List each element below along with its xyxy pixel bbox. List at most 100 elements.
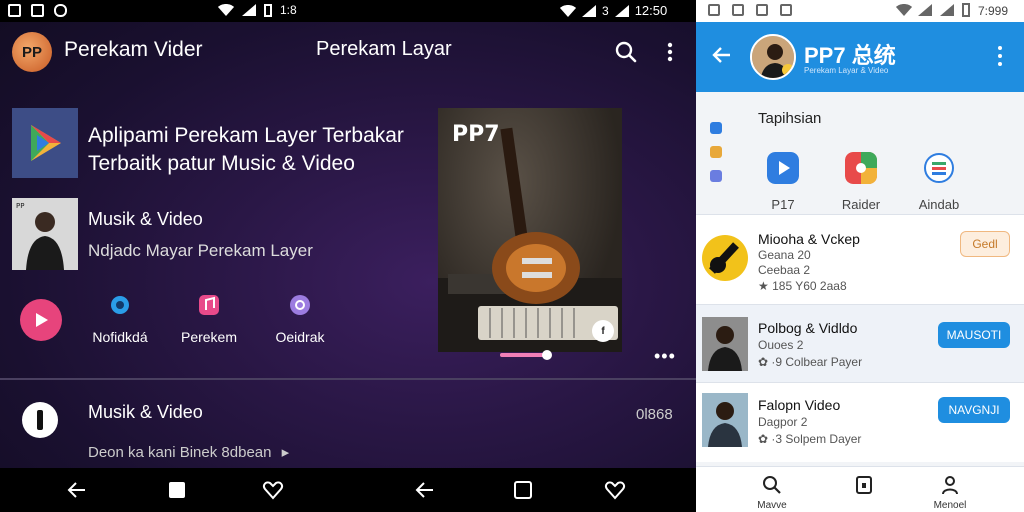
item-thumbnail [702,231,748,285]
bottom-item-count: 0l868 [636,406,673,423]
quick-action-3[interactable]: Oeidrak [264,292,336,345]
music-item-title[interactable]: Musik & Video [88,209,203,230]
more-vert-icon[interactable] [658,40,682,64]
album-label: PP7 [452,122,500,147]
system-nav-bar [0,468,696,512]
feature-app-icon[interactable] [12,108,78,178]
back-icon[interactable] [66,480,88,500]
record-bar-icon [37,410,43,430]
quick-action-label: Perekem [180,329,238,345]
wifi-icon [896,4,912,16]
tab-profile[interactable]: Menoel [920,475,980,511]
bottom-tab-bar: Mavve Menoel [696,466,1024,512]
divider [0,378,696,380]
status-bar: 7:999 [696,0,1024,22]
play-icon [767,152,799,184]
person-image: PP [12,198,78,270]
status-time: 12:50 [634,3,668,18]
photo-icon [732,4,744,16]
person-image [702,317,748,371]
battery-icon [962,3,970,17]
app-header: PP7 总统 Perekam Layar & Video [696,22,1024,92]
photo-icon [31,4,44,17]
search-icon[interactable] [614,40,638,64]
tab-search[interactable]: Mavve [742,475,802,511]
progress-fill [500,353,547,357]
guitar-image [702,235,748,281]
play-store-icon [31,125,61,161]
back-icon[interactable] [414,480,436,500]
header-subtitle: Perekam Layar & Video [804,66,889,75]
item-name: Miooha & Vckep [758,231,860,247]
signal-icon [940,4,954,16]
record-icon[interactable] [22,402,58,438]
list-item[interactable]: Polbog & Vidldo Ouoes 2 ✿ ·9 Colbear Pay… [696,304,1024,382]
status-bar: 1:8 3 12:50 [0,0,696,22]
tab-label: Menoel [933,500,967,511]
side-nav-icon[interactable] [710,170,722,182]
playback-progress[interactable] [500,350,552,360]
category-item[interactable]: P17 [748,152,818,212]
svg-text:PP: PP [16,202,24,210]
list-item[interactable]: Miooha & Vckep Geana 20 Ceebaa 2 ★ 185 Y… [696,214,1024,304]
tab-tablet[interactable] [834,475,894,500]
quick-action-label: Nofidkdá [92,329,148,345]
item-meta: Dagpor 2 [758,415,808,429]
more-horiz-icon[interactable]: ••• [654,346,676,367]
list-item[interactable]: Falopn Video Dagpor 2 ✿ ·3 Solpem Dayer … [696,382,1024,462]
artist-thumbnail[interactable]: PP [12,198,78,270]
signal-icon [582,4,596,17]
play-icon [36,313,48,327]
avatar[interactable] [750,34,796,80]
get-button[interactable]: Gedl [960,231,1010,257]
install-button[interactable]: MAUSOTI [938,322,1010,348]
chevron-right-icon[interactable]: ▸ [282,444,290,461]
install-button[interactable]: NAVGNJI [938,397,1010,423]
wifi-icon [218,4,234,16]
item-thumbnail [702,317,748,371]
category-item[interactable]: Raider [826,152,896,212]
quick-action-2[interactable]: Perekem [172,292,246,345]
person-image [752,36,794,78]
item-stats: ★ 185 Y60 2aa8 [758,279,847,293]
album-badge: f [592,320,614,342]
back-arrow-icon[interactable] [710,44,732,66]
bottom-item-title[interactable]: Musik & Video [88,402,203,423]
signal-icon [918,4,932,16]
item-stats: ✿ ·9 Colbear Payer [758,355,863,369]
cloud-icon [780,4,792,16]
home-icon[interactable] [166,480,188,500]
play-button[interactable] [20,299,62,341]
item-name: Polbog & Vidldo [758,320,858,336]
status-right-text: 3 [602,3,609,18]
battery-icon [264,3,272,17]
gallery-icon [708,4,720,16]
signal-icon [242,4,256,16]
album-art[interactable]: PP7 f [438,108,622,352]
category-label: Raider [841,197,881,212]
grid-icon [845,152,877,184]
app-title: Perekam Vider [64,38,203,61]
category-item[interactable]: Aindab [904,152,974,212]
wifi-icon [560,4,576,17]
tablet-icon [856,476,872,494]
photo-icon [756,4,768,16]
item-meta-secondary: Ceebaa 2 [758,263,811,277]
more-vert-icon[interactable] [996,44,1004,68]
heart-icon[interactable] [262,480,284,500]
recents-icon[interactable] [512,480,534,500]
status-time-mid: 1:8 [280,3,297,17]
side-nav-icon[interactable] [710,146,722,158]
list-icon [924,153,954,183]
gallery-icon [8,4,21,17]
heart-icon[interactable] [604,480,626,500]
tab-label: Mavve [757,500,787,511]
music-item-subtitle: Ndjadc Mayar Perekam Layer [88,241,313,260]
bottom-item-subtitle: Deon ka kani Binek 8dbean ▸ [88,443,289,461]
person-image [702,393,748,447]
quick-action-1[interactable]: Nofidkdá [84,292,156,345]
search-icon [763,476,781,494]
side-nav-icon[interactable] [710,122,722,134]
progress-knob[interactable] [541,350,552,360]
feature-title[interactable]: Aplipami Perekam Layer Terbakar Terbaitk… [88,122,428,178]
